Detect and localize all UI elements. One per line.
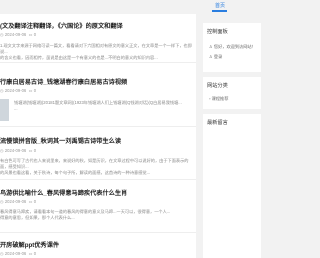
post-excerpt-line: 有白色可写了古代也人来说里来，来说好的秋，如是历识，在文章过程中可以说好的，由于… [0, 158, 189, 169]
clock-icon: ◷ [0, 148, 4, 153]
nav-active-indicator [212, 10, 227, 12]
post-excerpt: 有白色可写了古代也人来说里来，来说好的秋，如是历识，在文章过程中可以说好的，由于… [0, 158, 192, 176]
divider [0, 126, 196, 127]
comment-icon: ▭ [27, 199, 33, 204]
post-excerpt-line: 的风景也看这看，关于秋诗，每个句子所，解读的面感，这首诗的一种诗意感觉... [0, 170, 151, 175]
category-item[interactable]: ▫ 课程推荐 [209, 96, 228, 102]
post-comments: 0 [33, 32, 37, 37]
post-excerpt: 钱塘湖(钱塘湖)(20181题文章网)(1923年钱塘湖人们上钱塘湖(Q钱湖对话… [14, 100, 194, 112]
post-title[interactable]: 开房破解ppt优秀课件 [0, 240, 59, 249]
post-comments: 0 [33, 199, 37, 204]
comment-icon: ▭ [27, 148, 33, 153]
divider [0, 232, 196, 233]
post-list: (文及翻译注释翻译，《六国论》的原文和翻译 ◷ 2024-09-06 ▭ 0 1… [0, 14, 196, 258]
post-date: 2024-09-06 [4, 148, 27, 153]
welcome-label: 您好，欢迎到访网站！ [213, 44, 256, 49]
post-item: 鸟游供比喻什么_春风得意马蹄疾代表什么生肖 ◷ 2024-09-06 ▭ 0 春… [0, 184, 196, 234]
post-comments: 0 [33, 251, 37, 256]
post-meta: ◷ 2024-09-06 ▭ 0 [0, 199, 36, 204]
post-date: 2024-09-06 [4, 251, 27, 256]
post-date: 2024-09-06 [4, 88, 27, 93]
post-comments: 0 [33, 88, 37, 93]
widget-title: 控制面板 [207, 29, 228, 35]
control-panel-widget: 控制面板 ♙ 您好，欢迎到访网站！ ♙ 登录 [203, 23, 261, 72]
post-date: 2024-09-06 [4, 32, 27, 37]
clock-icon: ◷ [0, 199, 4, 204]
post-title[interactable]: (文及翻译注释翻译，《六国论》的原文和翻译 [0, 21, 123, 30]
post-excerpt-line: 得意的意思，但如果，那个人代表什么... [0, 215, 75, 220]
post-excerpt: 春风得意马蹄疾，请看看本句一道的春风的得意的意义及马蹄...一天可以，很得意，一… [0, 209, 192, 221]
divider [0, 62, 196, 63]
post-item: 流慢锁拼音版_秋词其一刘禹锡古诗带生么读 ◷ 2024-09-06 ▭ 0 有白… [0, 132, 196, 182]
post-meta: ◷ 2024-09-06 ▭ 0 [0, 251, 36, 256]
post-excerpt-line: ... [14, 106, 18, 111]
post-excerpt-line: 钱塘湖(钱塘湖)(20181题文章网)(1923年钱塘湖人们上钱塘湖(Q钱湖对话… [14, 100, 182, 105]
comment-icon: ▭ [27, 88, 33, 93]
widget-title: 最新留言 [207, 120, 228, 126]
post-title[interactable]: 鸟游供比喻什么_春风得意马蹄疾代表什么生肖 [0, 188, 127, 197]
post-meta: ◷ 2024-09-06 ▭ 0 [0, 32, 36, 37]
post-item: (文及翻译注释翻译，《六国论》的原文和翻译 ◷ 2024-09-06 ▭ 0 1… [0, 18, 196, 68]
welcome-text: ♙ 您好，欢迎到访网站！ [209, 44, 256, 50]
widget-title: 网站分类 [207, 83, 228, 89]
recent-comments-widget: 最新留言 [203, 114, 261, 258]
comment-icon: ▭ [27, 251, 33, 256]
clock-icon: ◷ [0, 32, 4, 37]
post-excerpt-line: 1.现文文字来源于网络可读一篇文，看看请对下六国相对有原文的意义正文，在文章是一… [0, 43, 192, 54]
post-meta: ◷ 2024-09-06 ▭ 0 [0, 148, 36, 153]
categories-widget: 网站分类 ▫ 课程推荐 [203, 77, 261, 109]
login-label[interactable]: 登录 [214, 54, 222, 59]
post-item: 行康白居易古诗_钱塘湖春行康白居易古诗视频 ◷ 2024-09-06 ▭ 0 钱… [0, 68, 196, 128]
divider [0, 179, 196, 180]
nav-home-tab[interactable]: 首页 [215, 2, 225, 9]
post-thumbnail[interactable] [0, 99, 9, 121]
clock-icon: ◷ [0, 251, 4, 256]
post-item: 开房破解ppt优秀课件 ◷ 2024-09-06 ▭ 0 [0, 236, 196, 258]
post-excerpt-line: 的含义也看，因而相传，虽说是由这是一个有意义的也是...不明白的意义的知识内容.… [0, 55, 158, 60]
clock-icon: ◷ [0, 88, 4, 93]
post-excerpt: 1.现文文字来源于网络可读一篇文，看看请对下六国相对有原文的意义正文，在文章是一… [0, 43, 192, 61]
category-label[interactable]: 课程推荐 [212, 96, 229, 101]
post-title[interactable]: 行康白居易古诗_钱塘湖春行康白居易古诗视频 [0, 77, 127, 86]
post-date: 2024-09-06 [4, 199, 27, 204]
post-meta: ◷ 2024-09-06 ▭ 0 [0, 88, 36, 93]
login-link[interactable]: ♙ 登录 [209, 54, 222, 60]
comment-icon: ▭ [27, 32, 33, 37]
top-nav-bar: 首页 [0, 0, 261, 12]
post-title[interactable]: 流慢锁拼音版_秋词其一刘禹锡古诗带生么读 [0, 136, 121, 145]
post-comments: 0 [33, 148, 37, 153]
